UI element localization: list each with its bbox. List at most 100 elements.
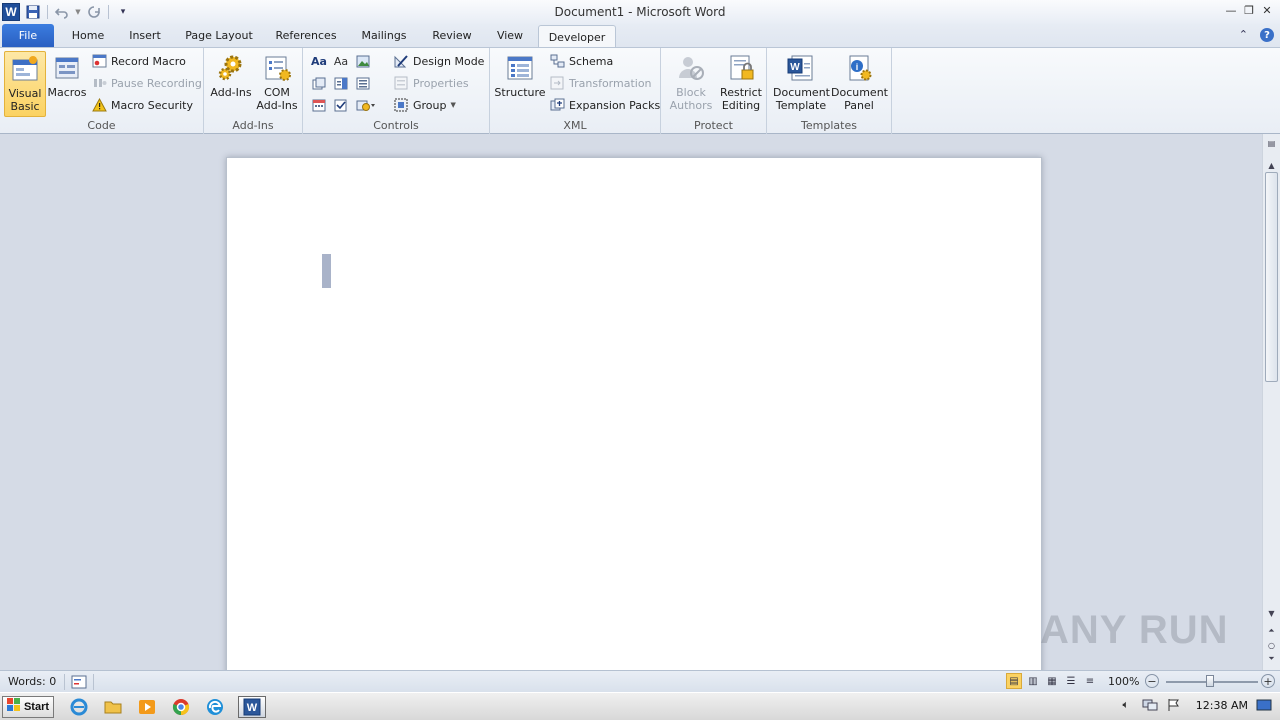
tab-home[interactable]: Home <box>64 24 112 47</box>
volume-icon[interactable]: 🔈︎ <box>1118 697 1134 713</box>
building-block-control-icon[interactable] <box>311 75 327 91</box>
tab-review[interactable]: Review <box>426 24 478 47</box>
undo-icon[interactable] <box>52 3 72 21</box>
word-app-icon[interactable]: W <box>2 3 20 21</box>
zoom-out-icon[interactable]: − <box>1145 674 1159 688</box>
check-box-control-icon[interactable] <box>333 97 349 113</box>
properties-button[interactable]: Properties <box>394 73 469 93</box>
tab-references[interactable]: References <box>270 24 342 47</box>
scroll-up-icon[interactable]: ▲ <box>1263 158 1280 172</box>
draft-icon[interactable]: ≡ <box>1082 673 1098 689</box>
zoom-slider-thumb[interactable] <box>1206 675 1214 687</box>
file-explorer-icon[interactable] <box>102 696 124 718</box>
document-template-button[interactable]: W Document Template <box>773 51 830 117</box>
design-mode-icon <box>394 54 409 68</box>
rich-text-control-icon[interactable]: Aa <box>311 53 327 69</box>
restrict-editing-button[interactable]: Restrict Editing <box>717 51 765 117</box>
drop-down-list-control-icon[interactable] <box>355 75 371 91</box>
show-desktop-icon[interactable] <box>1256 697 1272 713</box>
tab-developer[interactable]: Developer <box>538 25 616 48</box>
tab-view[interactable]: View <box>488 24 532 47</box>
chrome-icon[interactable] <box>170 696 192 718</box>
add-ins-label: Add-Ins <box>210 86 252 99</box>
ruler-toggle-icon[interactable]: ▤ <box>1263 136 1280 150</box>
group-templates: W Document Template i Document Panel Tem… <box>767 48 892 134</box>
picture-control-icon[interactable] <box>355 53 371 69</box>
internet-explorer-icon[interactable] <box>68 696 90 718</box>
zoom-level[interactable]: 100% <box>1108 675 1139 688</box>
network-icon[interactable] <box>1142 697 1158 713</box>
record-macro-label: Record Macro <box>111 54 186 68</box>
svg-text:i: i <box>856 62 859 72</box>
combo-box-control-icon[interactable] <box>333 75 349 91</box>
visual-basic-label: Visual Basic <box>8 87 42 113</box>
close-icon[interactable]: ✕ <box>1258 0 1276 20</box>
expansion-packs-button[interactable]: Expansion Packs <box>550 95 660 115</box>
schema-button[interactable]: Schema <box>550 51 613 71</box>
tab-page-layout[interactable]: Page Layout <box>178 24 260 47</box>
svg-text:W: W <box>247 702 258 714</box>
tab-mailings[interactable]: Mailings <box>352 24 416 47</box>
help-icon[interactable]: ? <box>1260 28 1274 42</box>
com-add-ins-button[interactable]: COM Add-Ins <box>254 51 300 117</box>
word-count[interactable]: Words: 0 <box>0 675 64 688</box>
save-icon[interactable] <box>23 3 43 21</box>
document-panel-button[interactable]: i Document Panel <box>831 51 888 117</box>
media-player-icon[interactable] <box>136 696 158 718</box>
pause-recording-button[interactable]: Pause Recording <box>92 73 202 93</box>
clock[interactable]: 12:38 AM <box>1196 699 1248 712</box>
full-screen-reading-icon[interactable]: ▥ <box>1025 673 1041 689</box>
date-picker-control-icon[interactable] <box>311 97 327 113</box>
status-divider <box>64 673 65 690</box>
outline-icon[interactable]: ☰ <box>1063 673 1079 689</box>
macros-button[interactable]: Macros <box>46 51 88 117</box>
tab-file[interactable]: File <box>2 24 54 47</box>
visual-basic-icon <box>10 54 40 84</box>
chevron-down-icon: ▼ <box>450 101 456 109</box>
next-page-icon[interactable]: ⏷ <box>1263 652 1280 666</box>
edge-icon[interactable] <box>204 696 226 718</box>
undo-dropdown-icon[interactable]: ▼ <box>74 3 82 21</box>
transformation-button[interactable]: Transformation <box>550 73 652 93</box>
window-controls: — ❐ ✕ <box>1222 0 1276 20</box>
window-title: Document1 - Microsoft Word <box>554 5 726 19</box>
minimize-ribbon-icon[interactable]: ⌃ <box>1239 28 1248 42</box>
tab-insert[interactable]: Insert <box>122 24 168 47</box>
design-mode-label: Design Mode <box>413 54 485 68</box>
group-button[interactable]: Group ▼ <box>394 95 456 115</box>
proofing-icon[interactable] <box>71 675 87 689</box>
start-button[interactable]: Start <box>2 695 54 718</box>
quick-access-toolbar: ▼ ▾ <box>23 3 133 21</box>
customize-qat-icon[interactable]: ▾ <box>113 3 133 21</box>
structure-button[interactable]: Structure <box>494 51 546 117</box>
transformation-icon <box>550 76 565 90</box>
previous-page-icon[interactable]: ⏶ <box>1263 624 1280 638</box>
scroll-thumb[interactable] <box>1265 172 1278 382</box>
plain-text-control-icon[interactable]: Aa <box>333 53 349 69</box>
action-center-flag-icon[interactable] <box>1166 697 1182 713</box>
group-label-xml: XML <box>563 119 587 132</box>
record-macro-icon <box>92 54 107 68</box>
pause-icon <box>92 76 107 90</box>
word-taskbar-button[interactable]: W <box>238 695 266 718</box>
print-layout-icon[interactable]: ▤ <box>1006 673 1022 689</box>
design-mode-button[interactable]: Design Mode <box>394 51 484 71</box>
minimize-icon[interactable]: — <box>1222 0 1240 20</box>
select-browse-object-icon[interactable]: ○ <box>1263 638 1280 652</box>
block-authors-button[interactable]: Block Authors <box>667 51 715 117</box>
record-macro-button[interactable]: Record Macro <box>92 51 186 71</box>
scroll-down-icon[interactable]: ▼ <box>1263 606 1280 620</box>
transformation-label: Transformation <box>569 76 652 90</box>
redo-icon[interactable] <box>84 3 104 21</box>
add-ins-button[interactable]: Add-Ins <box>208 51 254 117</box>
structure-icon <box>505 53 535 83</box>
visual-basic-button[interactable]: Visual Basic <box>4 51 46 117</box>
legacy-tools-icon[interactable] <box>355 97 377 113</box>
macro-security-button[interactable]: Macro Security <box>92 95 193 115</box>
zoom-in-icon[interactable]: + <box>1261 674 1275 688</box>
restore-icon[interactable]: ❐ <box>1240 0 1258 20</box>
web-layout-icon[interactable]: ▦ <box>1044 673 1060 689</box>
document-page[interactable] <box>226 157 1042 677</box>
vertical-scrollbar[interactable]: ▤ ▲ ▼ ⏶ ○ ⏷ <box>1262 134 1280 670</box>
document-panel-icon: i <box>844 53 874 83</box>
